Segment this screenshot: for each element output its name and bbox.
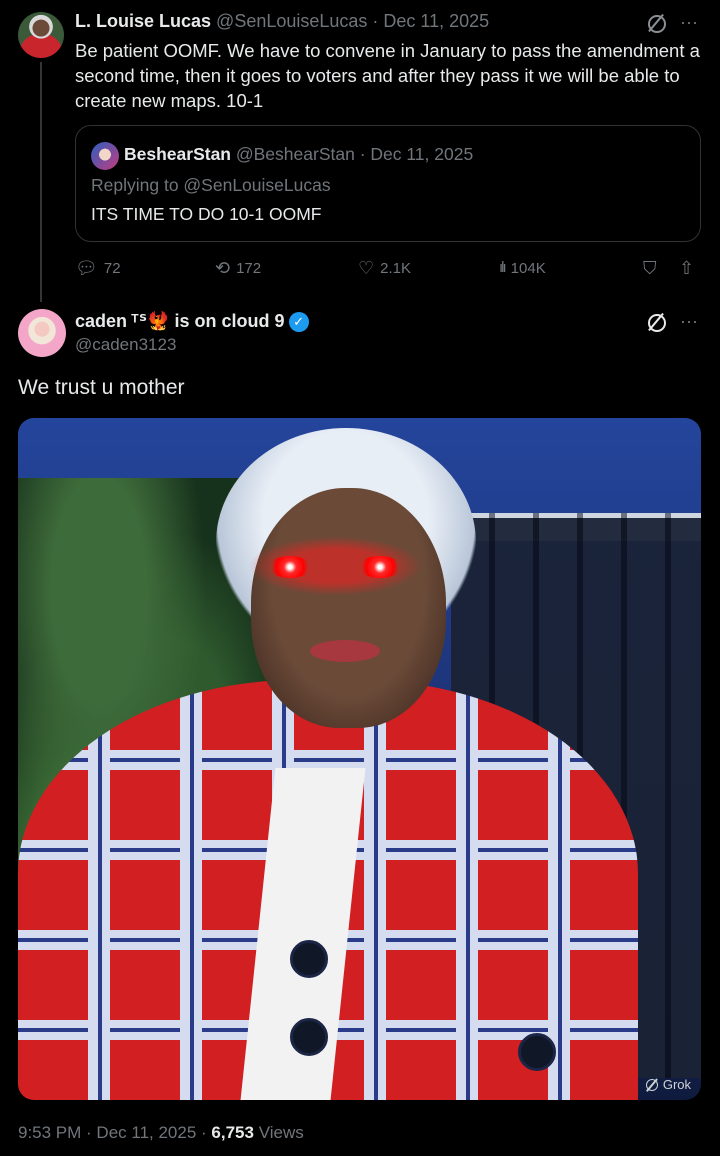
quoted-tweet[interactable]: BeshearStan @BeshearStan · Dec 11, 2025 … <box>75 125 701 242</box>
avatar[interactable] <box>18 12 64 58</box>
tweet-text: We trust u mother <box>18 376 185 399</box>
views-count: 104K <box>510 259 546 277</box>
grok-icon[interactable] <box>646 312 667 332</box>
thread-connector <box>40 62 42 302</box>
views-label: Views <box>258 1123 304 1142</box>
image-face <box>251 488 446 728</box>
tweet-header-actions: ··· <box>646 12 698 33</box>
tweet-date[interactable]: Dec 11, 2025 <box>96 1123 196 1142</box>
handle[interactable]: @SenLouiseLucas <box>216 11 367 31</box>
tweet-text: Be patient OOMF. We have to convene in J… <box>75 40 700 111</box>
tweet-time[interactable]: 9:53 PM <box>18 1123 81 1142</box>
grok-watermark: Grok <box>645 1077 691 1092</box>
verified-badge-icon[interactable]: ✓ <box>288 311 309 332</box>
separator-dot: · <box>81 1123 97 1142</box>
image-lips <box>310 640 380 662</box>
more-icon[interactable]: ··· <box>680 12 698 33</box>
display-name[interactable]: BeshearStan <box>124 144 231 164</box>
repost-count: 172 <box>236 259 262 277</box>
tweet-image[interactable]: Grok <box>18 418 701 1100</box>
views-count: 6,753 <box>211 1123 254 1142</box>
grok-icon[interactable] <box>646 13 667 33</box>
image-button <box>518 1033 556 1071</box>
more-icon[interactable]: ··· <box>680 311 698 332</box>
repost-button[interactable]: ⟲ 172 <box>215 258 261 278</box>
image-button <box>290 1018 328 1056</box>
image-laser-eye <box>268 556 312 578</box>
display-name-suffix: ᵀᔆ🐦‍🔥 is on cloud 9 <box>131 311 285 331</box>
image-button <box>290 940 328 978</box>
like-count: 2.1K <box>380 259 411 277</box>
tweet-date: Dec 11, 2025 <box>370 144 474 164</box>
handle[interactable]: @caden3123 <box>75 335 176 355</box>
repost-icon: ⟲ <box>215 258 231 278</box>
tweet-header: L. Louise Lucas @SenLouiseLucas · Dec 11… <box>75 11 489 32</box>
handle[interactable]: @BeshearStan <box>236 144 355 164</box>
like-button[interactable]: ♡ 2.1K <box>358 258 411 278</box>
views-icon: ılı <box>499 259 507 276</box>
avatar[interactable] <box>18 309 66 357</box>
image-laser-eye <box>358 556 402 578</box>
parent-tweet[interactable]: L. Louise Lucas @SenLouiseLucas · Dec 11… <box>0 0 720 302</box>
bookmark-icon: ⛉ <box>643 258 657 278</box>
tweet-header-actions: ··· <box>646 311 698 332</box>
quoted-text: ITS TIME TO DO 10-1 OOMF <box>91 204 322 224</box>
display-name[interactable]: caden <box>75 311 127 332</box>
tweet-date[interactable]: Dec 11, 2025 <box>383 11 489 31</box>
reply-button[interactable]: 💬︎ 72 <box>75 258 121 278</box>
bookmark-button[interactable]: ⛉ <box>643 258 657 278</box>
grok-icon <box>645 1078 659 1092</box>
display-name[interactable]: L. Louise Lucas <box>75 11 211 31</box>
grok-watermark-label: Grok <box>662 1077 691 1092</box>
share-icon: ⇧ <box>679 258 695 278</box>
tweet-meta: 9:53 PM · Dec 11, 2025 · 6,753 Views <box>18 1123 304 1143</box>
avatar[interactable] <box>91 142 119 170</box>
separator-dot: · <box>367 11 384 31</box>
replying-to: Replying to @SenLouiseLucas <box>91 175 331 195</box>
reply-count: 72 <box>103 259 121 277</box>
views-button[interactable]: ılı 104K <box>499 258 546 278</box>
share-button[interactable]: ⇧ <box>679 258 694 278</box>
action-bar: 💬︎ 72 ⟲ 172 ♡ 2.1K ılı 104K ⛉ ⇧ <box>75 258 700 280</box>
quoted-header: BeshearStan @BeshearStan · Dec 11, 2025 <box>124 144 473 165</box>
separator-dot: · <box>196 1123 212 1142</box>
separator-dot: · <box>354 144 371 164</box>
reply-icon: 💬︎ <box>75 258 98 278</box>
tweet-header: caden ᵀᔆ🐦‍🔥 is on cloud 9 ✓ <box>75 311 309 332</box>
heart-icon: ♡ <box>358 258 375 278</box>
